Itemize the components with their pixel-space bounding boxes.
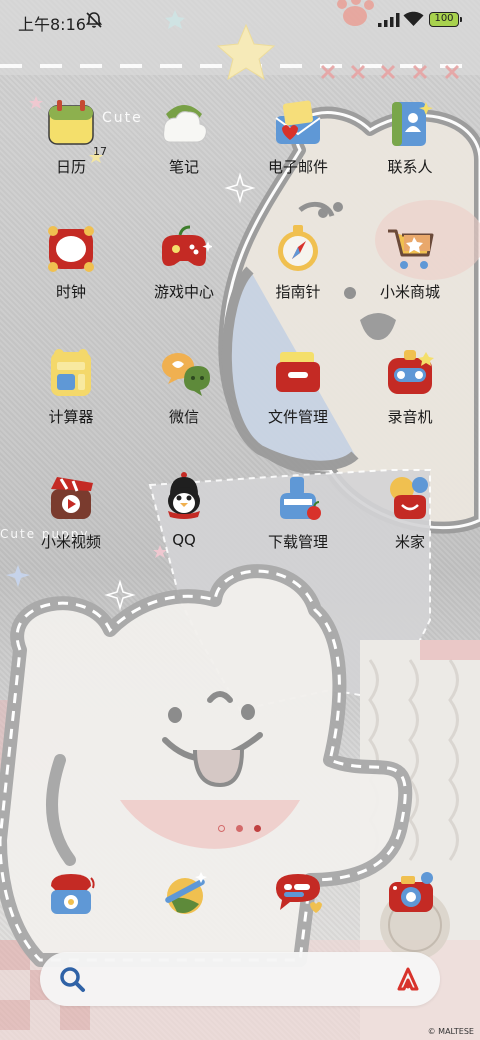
mi-home-icon [390,477,428,519]
app-label: 联系人 [387,158,433,176]
wallpaper-watermark: © MALTESE [427,1027,474,1036]
voice-assistant-icon[interactable] [394,965,422,993]
app-label: 日历 [55,158,86,176]
recorder-icon [388,350,434,394]
browser-icon[interactable] [157,866,213,922]
app-label: 米家 [394,533,425,551]
search-bar[interactable] [40,952,440,1006]
app-label: 笔记 [168,158,199,176]
battery-indicator: 100 [429,12,462,27]
app-mi-video[interactable]: 小米视频 [16,471,126,581]
file-manager-icon [276,352,320,392]
app-label: 计算器 [48,408,94,426]
app-qq[interactable]: QQ [129,471,239,581]
app-downloads[interactable]: 下载管理 [243,471,353,581]
app-label: 小米商城 [379,283,440,301]
app-label: 小米视频 [40,533,101,551]
wifi-icon [403,11,424,26]
calendar-icon [48,100,94,145]
app-file-manager[interactable]: 文件管理 [243,346,353,456]
app-wechat[interactable]: 微信 [129,346,239,456]
app-compass[interactable]: 指南针 [243,221,353,331]
qq-icon [168,472,200,519]
app-label: 游戏中心 [153,283,214,301]
game-center-icon [162,225,212,266]
status-bar: 上午8:16 100 [0,0,480,40]
camera-icon[interactable] [383,866,439,922]
calculator-icon [51,349,91,396]
mi-video-icon [51,477,93,519]
page-dot[interactable] [254,825,261,832]
app-label: 录音机 [387,408,433,426]
app-label: 下载管理 [267,533,328,551]
page-dot[interactable] [218,825,225,832]
clock-icon [48,226,94,272]
messages-icon[interactable] [270,866,326,922]
page-indicator[interactable] [216,824,264,834]
app-label: 指南针 [275,283,321,301]
search-icon[interactable] [58,965,86,993]
app-game-center[interactable]: 游戏中心 [129,221,239,331]
mute-bell-icon [85,12,103,28]
app-clock[interactable]: 时钟 [16,221,126,331]
contacts-icon [392,102,433,146]
app-calculator[interactable]: 计算器 [16,346,126,456]
downloads-icon [280,477,321,520]
app-label: 时钟 [55,283,86,301]
app-label: 电子邮件 [267,158,328,176]
status-time: 上午8:16 [18,15,86,34]
email-icon [275,100,321,144]
notes-icon [163,105,207,143]
signal-icon [378,13,400,27]
calendar-date: 17 [93,145,107,158]
page-dot-active[interactable] [236,825,243,832]
phone-icon[interactable] [43,866,99,922]
app-recorder[interactable]: 录音机 [355,346,465,456]
app-mi-home[interactable]: 米家 [355,471,465,581]
app-label: QQ [172,531,196,549]
app-email[interactable]: 电子邮件 [243,96,353,206]
app-label: 文件管理 [267,408,328,426]
app-label: 微信 [168,408,199,426]
app-contacts[interactable]: 联系人 [355,96,465,206]
compass-icon [278,225,318,271]
mi-store-icon [388,229,434,269]
wechat-icon [162,353,210,396]
app-mi-store[interactable]: 小米商城 [355,221,465,331]
app-notes[interactable]: 笔记 [129,96,239,206]
